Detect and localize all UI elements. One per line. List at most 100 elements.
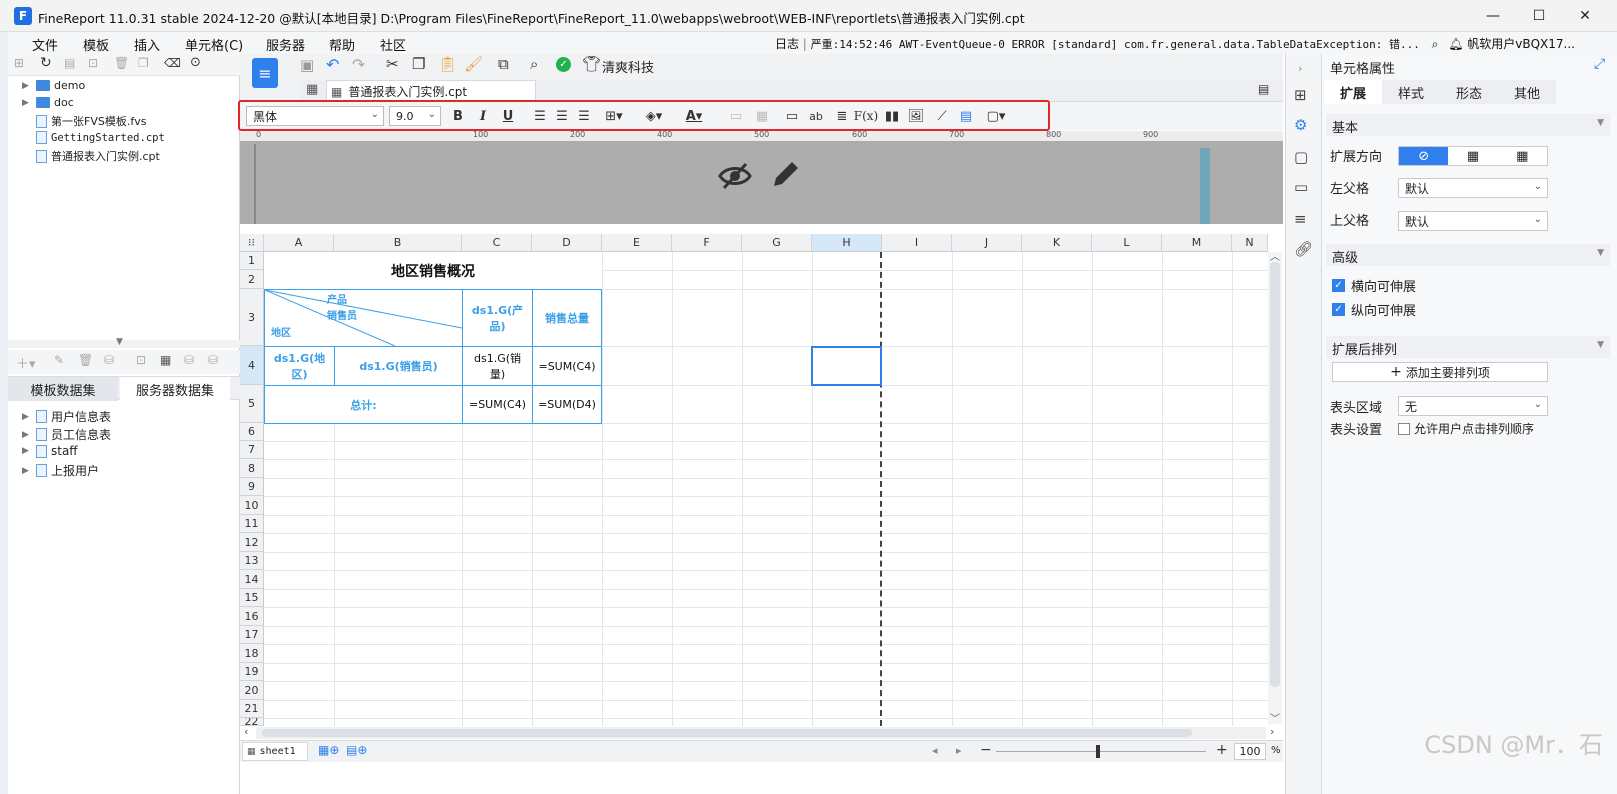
dataset-item[interactable]: ▶ 上报用户 — [22, 462, 99, 479]
menu-insert[interactable]: 插入 — [134, 35, 160, 54]
up-parent-select[interactable]: 默认 ⌄ — [1398, 211, 1548, 231]
spreadsheet-grid[interactable]: ⁝⁝ A B C D E F G H I J K L M N 1 2 3 4 5… — [240, 234, 1283, 726]
column-header-selected[interactable]: H — [812, 234, 882, 252]
column-header[interactable]: L — [1092, 234, 1162, 252]
zoom-in-icon[interactable]: + — [1216, 742, 1228, 758]
cell-d5[interactable]: =SUM(D4) — [532, 385, 602, 424]
expand-arrow-icon[interactable]: ▶ — [22, 98, 32, 108]
column-header[interactable]: K — [1022, 234, 1092, 252]
row-header[interactable]: 20 — [240, 681, 264, 700]
scroll-up-icon[interactable]: ︿ — [1270, 248, 1280, 263]
hyperlink-icon[interactable]: 🔗︎ — [1294, 240, 1313, 258]
dataset-item[interactable]: ▶ 用户信息表 — [22, 408, 111, 425]
collapse-icon[interactable]: ▼ — [1597, 118, 1604, 128]
float-element-icon[interactable]: ▢ — [1294, 148, 1308, 166]
no-expand-icon[interactable]: ⊘ — [1399, 147, 1449, 165]
preview-icon[interactable]: ⊡ — [136, 353, 146, 367]
menu-cell[interactable]: 单元格(C) — [185, 35, 243, 54]
zoom-slider[interactable] — [996, 751, 1206, 752]
expand-arrow-icon[interactable]: ▶ — [22, 81, 32, 91]
row-header[interactable]: 17 — [240, 626, 264, 644]
open-icon[interactable]: ▤ — [64, 56, 75, 70]
lock-icon[interactable]: ⊡ — [88, 56, 98, 70]
column-header[interactable]: N — [1232, 234, 1268, 252]
column-header[interactable]: I — [882, 234, 952, 252]
vertical-scrollbar[interactable]: ︿ ﹀ — [1268, 252, 1282, 725]
dataset-item[interactable]: ▶ staff — [22, 444, 78, 458]
row-header[interactable]: 11 — [240, 515, 264, 533]
cell-d4[interactable]: =SUM(C4) — [532, 346, 602, 386]
expand-arrow-icon[interactable]: ▶ — [22, 466, 32, 476]
row-header[interactable]: 19 — [240, 663, 264, 681]
log-status[interactable]: 日志 | 严重:14:52:46 AWT-EventQueue-0 ERROR … — [775, 35, 1575, 52]
menu-help[interactable]: 帮助 — [329, 35, 355, 54]
column-header[interactable]: A — [264, 234, 334, 252]
cell-element-icon[interactable]: ⚙ — [1294, 116, 1307, 134]
database-icon[interactable]: ⛁ — [104, 353, 114, 367]
expand-arrow-icon[interactable]: ▶ — [22, 430, 32, 440]
collapse-icon[interactable]: ▼ — [1597, 340, 1604, 350]
collapse-icon[interactable]: ▼ — [1597, 248, 1604, 258]
menu-community[interactable]: 社区 — [380, 35, 406, 54]
checkbox-checked-icon[interactable]: ✓ — [1332, 279, 1345, 292]
cell-c4[interactable]: ds1.G(销量) — [462, 346, 533, 386]
column-header[interactable]: C — [462, 234, 532, 252]
scroll-down-icon[interactable]: ﹀ — [1270, 710, 1280, 725]
tab-style[interactable]: 样式 — [1382, 80, 1440, 104]
cell-title[interactable]: 地区销售概况 — [264, 252, 602, 289]
maximize-button[interactable]: ☐ — [1516, 0, 1562, 32]
vertical-scroll-thumb[interactable] — [1270, 262, 1280, 687]
checkbox-checked-icon[interactable]: ✓ — [1332, 303, 1345, 316]
section-basic[interactable]: 基本 ▼ — [1326, 114, 1610, 136]
tab-menu-icon[interactable]: ▤ — [1258, 82, 1269, 96]
checkbox-icon[interactable] — [1398, 422, 1410, 435]
paste-icon[interactable]: 📋︎ — [438, 55, 457, 73]
row-header[interactable]: 15 — [240, 589, 264, 607]
column-header[interactable]: E — [602, 234, 672, 252]
column-header[interactable]: F — [672, 234, 742, 252]
allow-sort-checkbox[interactable]: 允许用户点击排列顺序 — [1398, 420, 1534, 437]
row-header[interactable]: 14 — [240, 570, 264, 589]
v-expand-checkbox[interactable]: ✓ 纵向可伸展 — [1332, 300, 1416, 319]
save-icon[interactable]: ▣ — [300, 56, 314, 74]
row-header[interactable]: 12 — [240, 533, 264, 552]
zoom-slider-thumb[interactable] — [1096, 745, 1100, 758]
tree-item-fvs[interactable]: 第一张FVS模板.fvs — [22, 113, 146, 129]
column-header[interactable]: B — [334, 234, 462, 252]
close-button[interactable]: ✕ — [1562, 0, 1608, 32]
horizontal-expand-icon[interactable]: ▦ — [1497, 147, 1547, 165]
expand-arrow-icon[interactable]: ▶ — [22, 446, 32, 456]
column-header[interactable]: D — [532, 234, 602, 252]
tab-server-datasets[interactable]: 服务器数据集 — [120, 377, 230, 401]
h-expand-checkbox[interactable]: ✓ 横向可伸展 — [1332, 276, 1416, 295]
refresh-icon[interactable]: ↻ — [40, 55, 52, 71]
tree-item-gettingstarted[interactable]: GettingStarted.cpt — [22, 131, 165, 144]
template-menu-icon[interactable]: ≡ — [252, 58, 278, 88]
row-header[interactable]: 2 — [240, 270, 264, 289]
row-header[interactable]: 21 — [240, 700, 264, 718]
select-all-corner[interactable]: ⁝⁝ — [240, 234, 264, 252]
shirt-icon[interactable]: 👕︎ — [582, 55, 601, 73]
cell-c5[interactable]: =SUM(C4) — [462, 385, 533, 424]
left-parent-select[interactable]: 默认 ⌄ — [1398, 178, 1548, 198]
column-header[interactable]: M — [1162, 234, 1232, 252]
row-header[interactable]: 10 — [240, 496, 264, 515]
condition-icon[interactable]: ≡ — [1294, 210, 1307, 228]
add-dashboard-sheet-icon[interactable]: ▤⊕ — [346, 743, 367, 757]
zoom-input[interactable]: 100 — [1234, 743, 1266, 760]
selected-cell-h4[interactable] — [811, 346, 882, 386]
menu-server[interactable]: 服务器 — [266, 35, 305, 54]
row-header-selected[interactable]: 4 — [240, 346, 264, 385]
cell-a5[interactable]: 总计: — [264, 385, 463, 424]
preview-icon[interactable]: ⧉ — [498, 55, 509, 73]
pin-icon[interactable]: ⤢ — [1594, 56, 1605, 72]
add-report-sheet-icon[interactable]: ▦⊕ — [318, 743, 339, 757]
copy-icon[interactable]: ❐ — [138, 56, 149, 70]
delete-icon[interactable]: 🗑︎ — [114, 56, 129, 70]
tree-item-demo[interactable]: ▶ demo — [22, 79, 85, 92]
row-header[interactable]: 9 — [240, 478, 264, 496]
locate-icon[interactable]: ⊙ — [190, 55, 201, 70]
scroll-right-icon[interactable]: › — [1270, 725, 1274, 738]
next-sheet-icon[interactable]: ▸ — [956, 744, 962, 757]
row-header[interactable]: 1 — [240, 252, 264, 270]
